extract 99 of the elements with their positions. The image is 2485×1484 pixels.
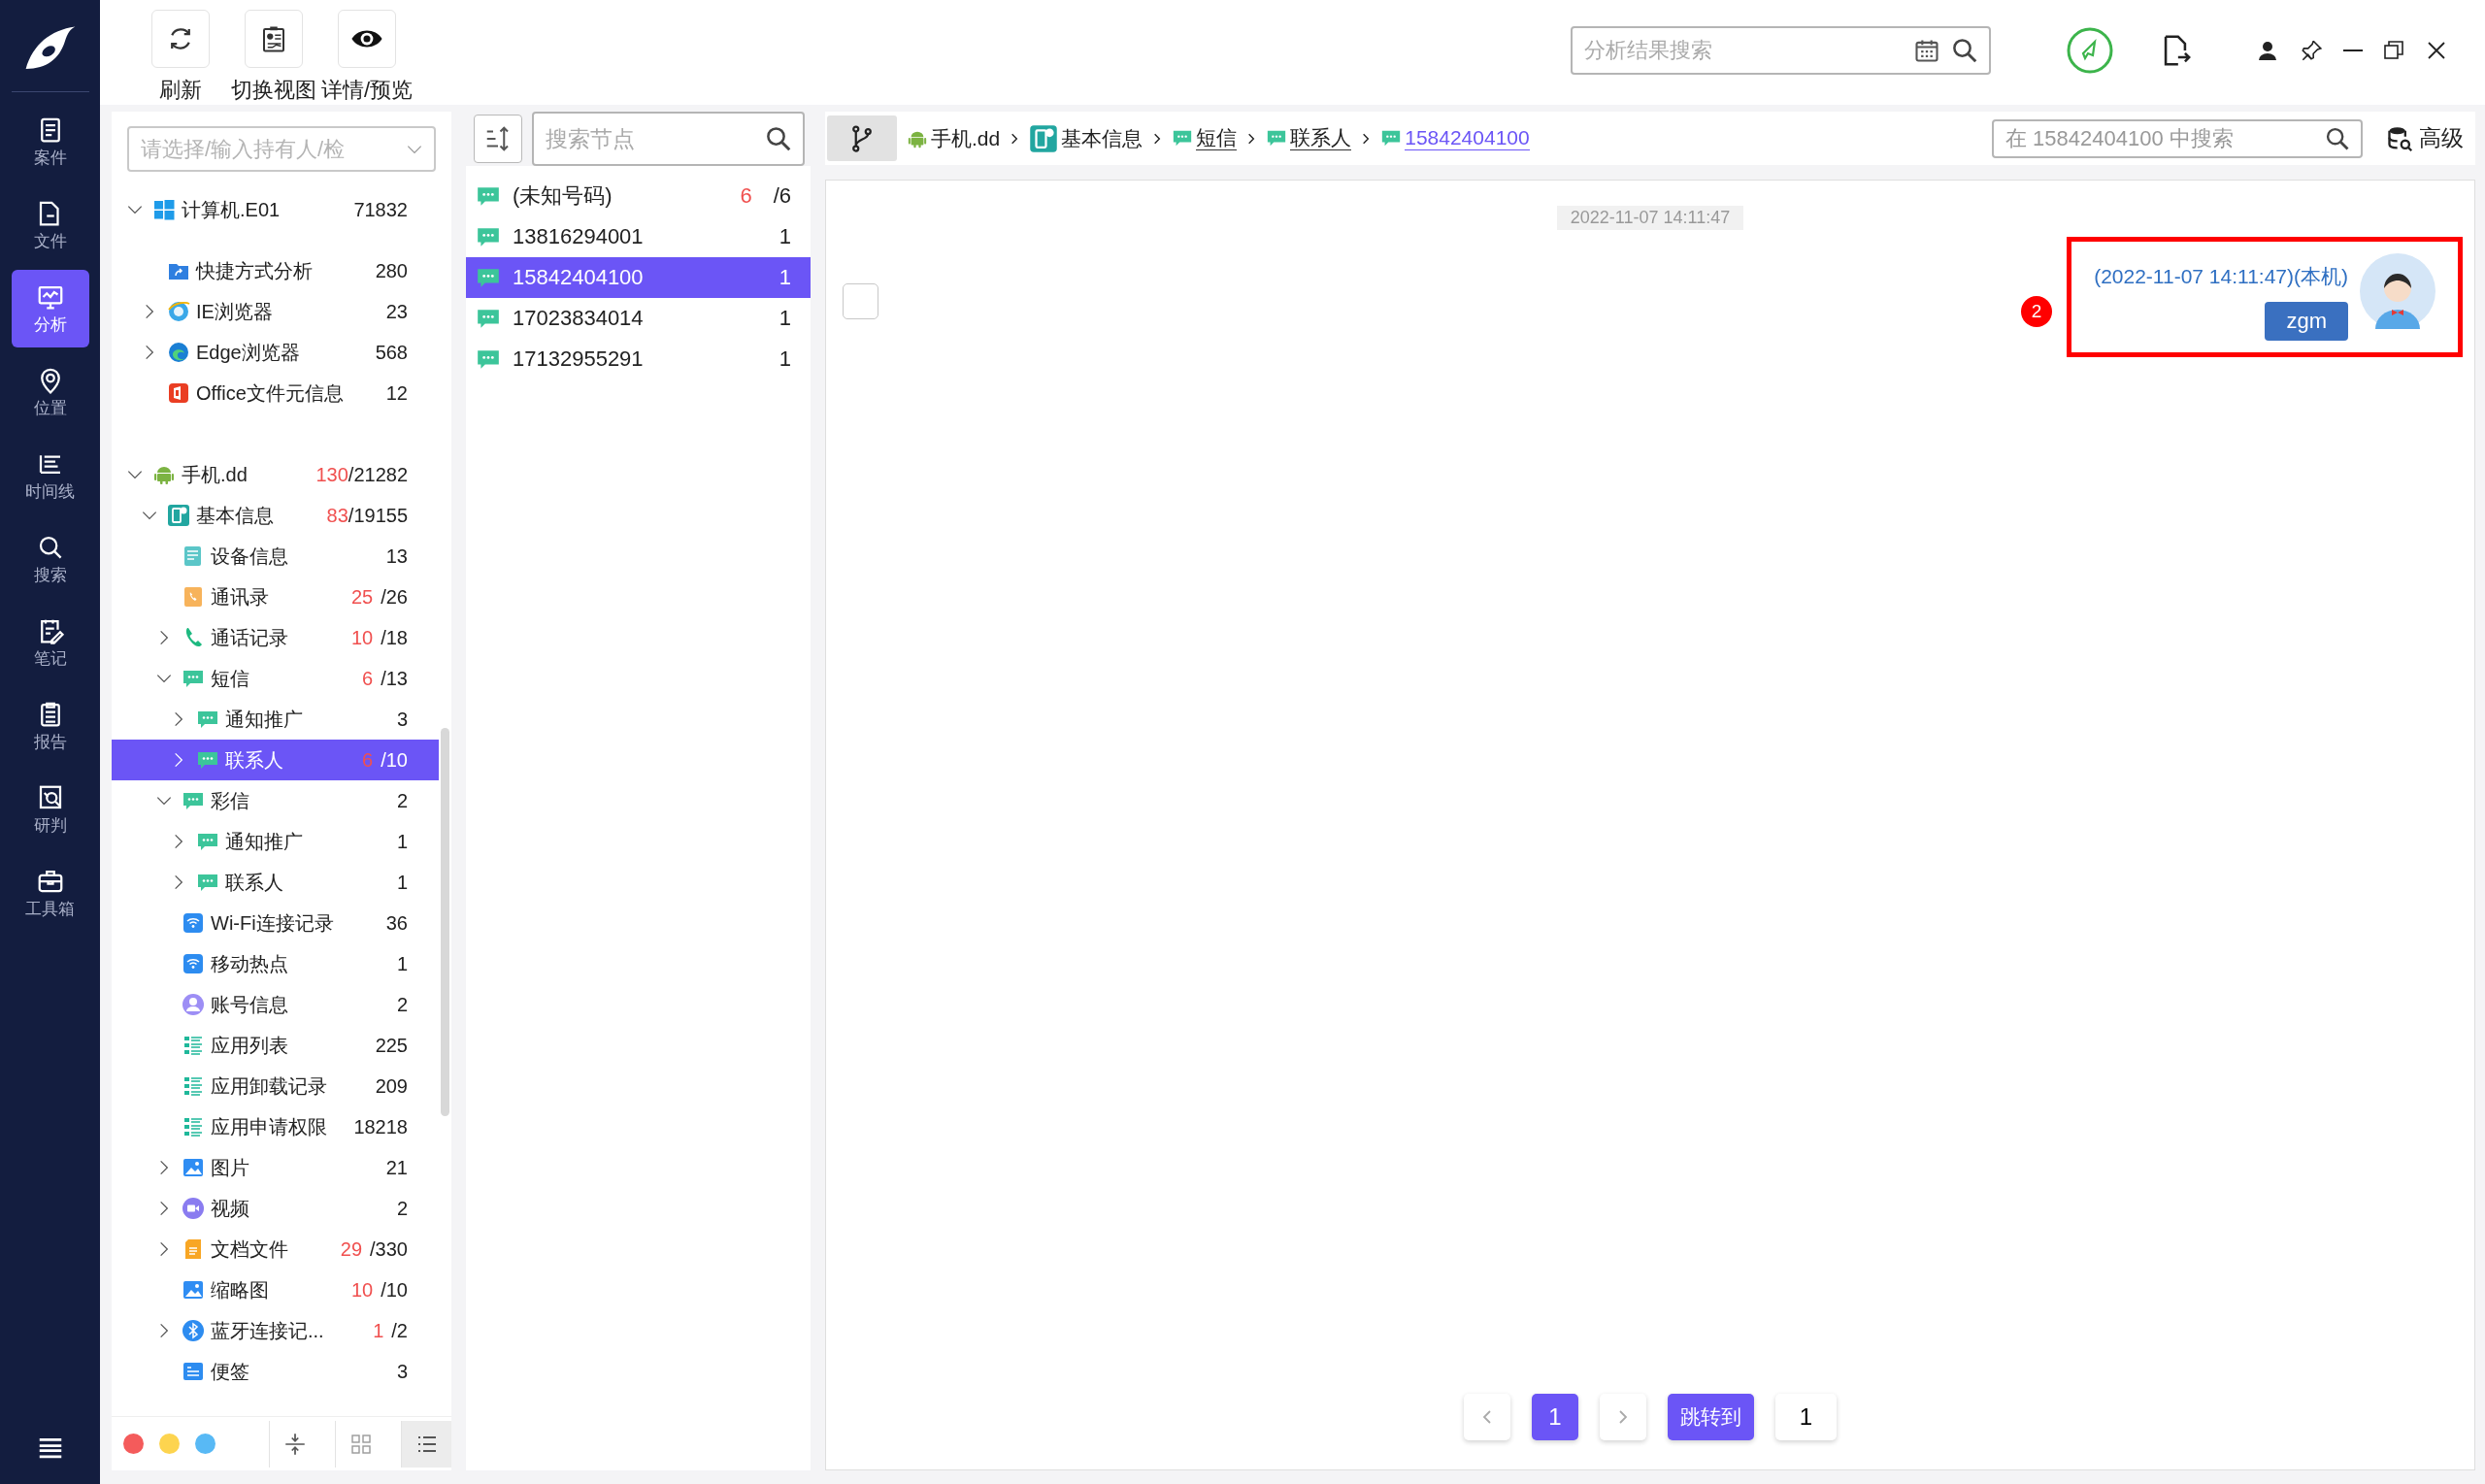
contact-item[interactable]: 17132955291 1 xyxy=(466,339,811,379)
tree-item[interactable]: 短信 6 /13 xyxy=(112,658,451,699)
app-tile-icon xyxy=(167,381,190,405)
database-search-icon xyxy=(2386,124,2413,152)
tree-item[interactable]: 通讯录 25 /26 xyxy=(112,577,451,617)
nav-item[interactable]: 位置 xyxy=(11,353,89,431)
tree-item[interactable]: 基本信息 83/19155 xyxy=(112,495,451,536)
toolbar-button[interactable]: 切换视图 xyxy=(227,0,320,106)
phone-info-icon xyxy=(167,504,190,527)
contact-item[interactable]: 15842404100 1 xyxy=(466,257,811,298)
wifi-icon xyxy=(182,952,205,975)
nav-item[interactable]: 研判 xyxy=(11,771,89,848)
tree-item[interactable]: 图片 21 xyxy=(112,1147,451,1188)
note-icon xyxy=(182,1360,205,1383)
color-dot[interactable] xyxy=(159,1434,180,1454)
tree-item[interactable]: 快捷方式分析 280 xyxy=(112,250,451,291)
breadcrumb-item[interactable]: 基本信息 xyxy=(1061,124,1143,152)
search-field[interactable]: 在 15842404100 中搜索 xyxy=(1992,118,2363,158)
breadcrumb-link[interactable]: 联系人 xyxy=(1290,125,1352,151)
tree-item[interactable]: 设备信息 13 xyxy=(112,536,451,577)
nav-item[interactable]: 时间线 xyxy=(11,437,89,514)
color-dot[interactable] xyxy=(123,1434,144,1454)
nav-item[interactable]: 搜索 xyxy=(11,520,89,598)
tree-item[interactable]: 蓝牙连接记... 1 /2 xyxy=(112,1310,451,1351)
breadcrumb-link[interactable]: 短信 xyxy=(1196,125,1238,151)
wifi-icon xyxy=(182,911,205,935)
video-camera-icon xyxy=(182,1197,205,1220)
tree-item[interactable]: Office文件元信息 12 xyxy=(112,373,451,413)
windows-logo-icon xyxy=(152,198,176,221)
tree-item[interactable]: 彩信 2 xyxy=(112,780,451,821)
tree-item[interactable]: 账号信息 2 xyxy=(112,984,451,1025)
user-icon xyxy=(2256,39,2279,62)
color-dot[interactable] xyxy=(195,1434,215,1454)
nav-item[interactable]: 文件 xyxy=(11,186,89,264)
tree-item[interactable]: 通知推广 3 xyxy=(112,699,451,740)
tree-item[interactable]: 视频 2 xyxy=(112,1188,451,1229)
tree-item[interactable]: Edge浏览器 568 xyxy=(112,332,451,373)
page-button[interactable]: 1 xyxy=(1532,1394,1578,1440)
bluetooth-icon xyxy=(182,1319,205,1342)
list-icon xyxy=(182,1034,205,1057)
jump-button[interactable]: 跳转到 xyxy=(1668,1394,1754,1440)
tree-item[interactable]: IE浏览器 23 xyxy=(112,291,451,332)
tree-item[interactable]: 联系人 6 /10 xyxy=(112,740,439,780)
grid-icon xyxy=(348,1432,373,1456)
browser-icon xyxy=(167,341,190,364)
checkbox[interactable] xyxy=(843,283,878,319)
toolbar-button[interactable]: 刷新 xyxy=(134,0,227,106)
phone-book-icon xyxy=(182,585,205,609)
tree-item[interactable]: 联系人 1 xyxy=(112,862,451,903)
tree-item[interactable]: 手机.dd 130/21282 xyxy=(112,454,451,495)
user-icon xyxy=(182,993,205,1016)
advanced-button[interactable]: 高级 xyxy=(2386,123,2464,153)
image-icon xyxy=(182,1156,205,1179)
nav-item[interactable]: 案件 xyxy=(11,103,89,181)
scrollbar[interactable] xyxy=(441,728,449,1116)
tree-item[interactable]: 计算机.E01 71832 xyxy=(112,189,451,230)
breadcrumb-item[interactable]: 手机.dd xyxy=(931,124,1001,152)
tree-item[interactable]: 通话记录 10 /18 xyxy=(112,617,451,658)
nav-item[interactable]: 工具箱 xyxy=(11,854,89,932)
nav-item[interactable]: 分析 xyxy=(11,270,89,347)
nav-item[interactable]: 笔记 xyxy=(11,604,89,681)
list-icon xyxy=(182,1115,205,1138)
tree-item[interactable]: 应用申请权限 18218 xyxy=(112,1106,451,1147)
next-page-button[interactable] xyxy=(1600,1394,1646,1440)
search-icon xyxy=(764,124,793,153)
message-sender: (2022-11-07 14:11:47)(本机) xyxy=(2094,264,2348,289)
toolbar-button[interactable]: 详情/预览 xyxy=(320,0,414,106)
previous-page-button[interactable] xyxy=(1464,1394,1510,1440)
image-icon xyxy=(182,1278,205,1302)
nav-item[interactable]: 报告 xyxy=(11,687,89,765)
tree-item[interactable]: 通知推广 1 xyxy=(112,821,451,862)
tree-item[interactable]: Wi-Fi连接记录 36 xyxy=(112,903,451,943)
date-label: 2022-11-07 14:11:47 xyxy=(1556,206,1744,230)
tree-item[interactable]: 应用列表 225 xyxy=(112,1025,451,1066)
restore-icon xyxy=(2382,39,2405,62)
tree-item[interactable]: 缩略图 10 /10 xyxy=(112,1270,451,1310)
search-field[interactable]: 分析结果搜索 xyxy=(1571,26,1991,75)
contact-item[interactable]: (未知号码) 6 /6 xyxy=(466,176,811,216)
minimize-icon xyxy=(2343,49,2363,51)
view-button[interactable] xyxy=(401,1420,451,1468)
number-badge: 2 xyxy=(2021,296,2053,327)
contact-item[interactable]: 17023834014 1 xyxy=(466,298,811,339)
list-icon xyxy=(182,1074,205,1098)
branch-button[interactable] xyxy=(827,115,897,161)
message-bubble: zgm xyxy=(2265,302,2348,341)
search-icon xyxy=(1950,36,1979,65)
tree-item[interactable]: 文档文件 29 /330 xyxy=(112,1229,451,1270)
breadcrumb-link[interactable]: 15842404100 xyxy=(1405,125,1530,151)
page-input[interactable]: 1 xyxy=(1775,1394,1837,1440)
phone-info-icon xyxy=(1029,123,1059,153)
tree-item[interactable]: 移动热点 1 xyxy=(112,943,451,984)
search-field[interactable]: 搜索节点 xyxy=(532,112,805,166)
sort-button[interactable] xyxy=(474,115,522,163)
tree-item[interactable]: 便签 3 xyxy=(112,1351,451,1392)
contact-item[interactable]: 13816294001 1 xyxy=(466,216,811,257)
browser-icon xyxy=(167,300,190,323)
tree-item[interactable]: 应用卸载记录 209 xyxy=(112,1066,451,1106)
avatar-icon xyxy=(2360,253,2435,329)
owner-select[interactable]: 请选择/输入持有人/检 xyxy=(127,126,436,172)
